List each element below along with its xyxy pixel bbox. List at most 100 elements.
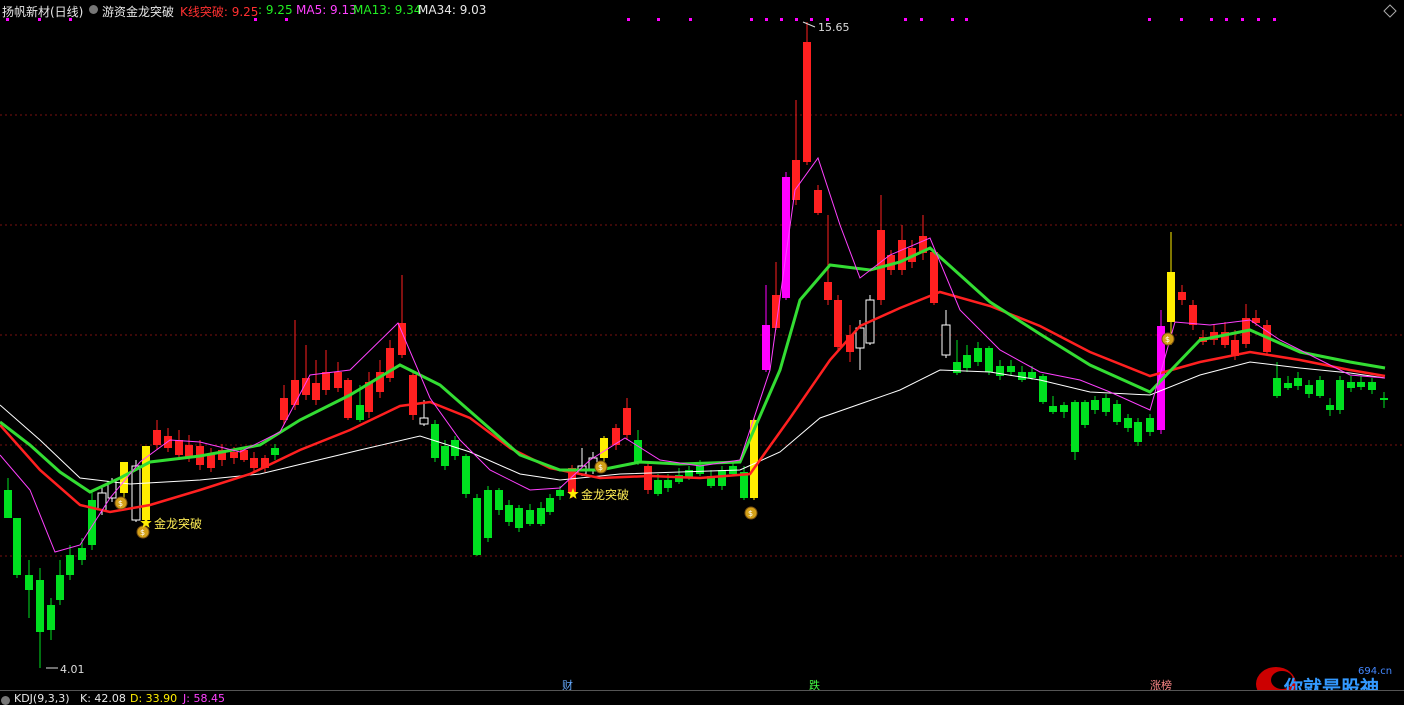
indicator-toggle-icon[interactable] [89,5,98,14]
candle-body [1049,406,1057,412]
candle-body [515,508,523,528]
candle [505,500,513,526]
stock-title[interactable]: 扬帆新材(日线) [2,3,83,20]
candle [36,568,44,668]
candle-body [1134,422,1142,442]
candle-body [556,490,564,496]
coin-icon: $ [114,496,128,510]
candle-body [250,458,258,468]
candle [398,275,406,358]
candle-body [1113,404,1121,422]
candle [1380,392,1388,408]
candle-body [526,510,534,524]
candle [546,494,554,515]
candle-body [654,480,662,494]
event-tag-fall[interactable]: 跌 [809,678,820,690]
candle [175,430,183,460]
ma5-value: MA5: 9.13 [296,3,357,17]
watermark-site: 694.cn [1358,666,1392,677]
candle-body [953,362,961,373]
kline-chart[interactable]: $ $ $ $ $ 15.65 4.01 金龙突破 金龙突破 财 跌 涨榜 694.cn… [0,0,1404,690]
candle-body [1284,383,1292,388]
candle [1357,376,1365,390]
candle [1018,366,1026,382]
candle-body [131,465,141,521]
candle [1368,378,1376,394]
candle [762,285,770,372]
candle [740,466,748,500]
candle-body [974,348,982,362]
candle-body [153,430,161,445]
kline-break-value: : 9.25 [258,3,293,17]
candle [707,470,715,488]
candle [302,345,310,400]
candle-body [814,190,822,213]
candle-body [302,378,310,395]
price-grid [0,114,1404,557]
coin-icon: $ [1161,332,1175,346]
candle-body [1316,380,1324,396]
candle-body [4,490,12,518]
candle-body [1146,418,1154,432]
candle [1007,360,1015,376]
candle-body [409,375,417,415]
candle [312,360,320,405]
candle [803,22,811,165]
coin-icon: $ [744,506,758,520]
low-price-marker: 4.01 [46,663,85,676]
candlesticks [4,22,1388,668]
candle [1146,414,1154,436]
candle-body [834,300,842,347]
candle [1336,376,1344,414]
candle-body [1018,372,1026,380]
candle [271,444,279,460]
candle-body [824,282,832,300]
candle-body [207,454,215,468]
ma13-line [0,246,1386,494]
moving-average-lines [0,156,1386,553]
candle-body [644,466,652,490]
candle-body [898,240,906,270]
candle [963,345,971,372]
candle-body [13,518,21,575]
coin-icon: $ [136,525,150,539]
candle [814,185,822,215]
signal-label-1: 金龙突破 [154,516,202,531]
candle-body [505,505,513,522]
candle-body [1102,398,1110,412]
candle [409,370,417,420]
candle-body [792,160,800,200]
candle-body [1347,382,1355,388]
candle-body [963,355,971,368]
candle [365,372,373,418]
high-price-marker: 15.65 [802,21,850,34]
candle [772,262,780,330]
event-tag-rank[interactable]: 涨榜 [1150,678,1172,690]
kline-break-label: K线突破: 9.25 [180,5,259,19]
candle [537,502,545,526]
candle-body [78,548,86,560]
candle-body [1380,398,1388,400]
candle [250,452,258,472]
candle-body [36,580,44,632]
candle [877,195,885,305]
high-price-label: 15.65 [818,21,850,34]
indicator-name[interactable]: 游资金龙突破 [102,3,174,20]
candle [1071,400,1079,460]
candle [1113,400,1121,425]
candle [1242,304,1250,348]
candle-body [47,605,55,630]
event-tag-finance[interactable]: 财 [562,678,573,690]
candle-body [271,448,279,455]
candle-body [312,383,320,400]
kdj-name[interactable]: KDJ(9,3,3) [14,692,70,705]
candle-body [1294,378,1302,386]
candle [1091,396,1099,414]
candle [612,424,620,450]
kdj-j: J: 58.45 [183,692,225,705]
ma5-line [0,156,1386,553]
candle [1305,380,1313,398]
candle [1326,398,1334,416]
candle-body [1305,385,1313,394]
candle [25,560,33,618]
